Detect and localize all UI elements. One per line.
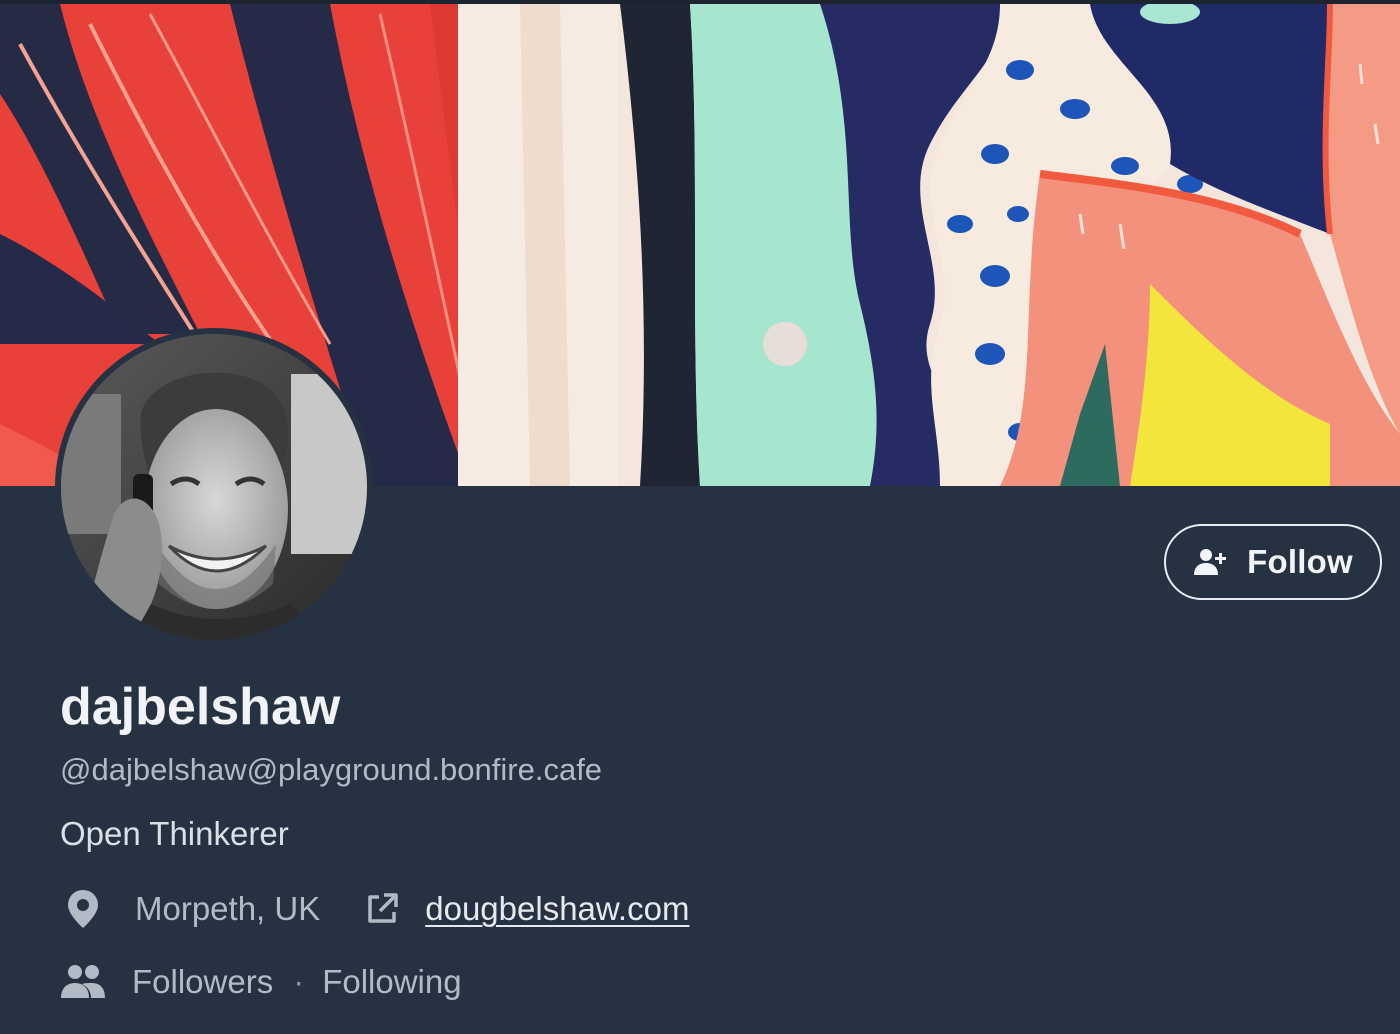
profile-meta-row: Morpeth, UK dougbelshaw.com bbox=[60, 884, 689, 934]
following-link[interactable]: Following bbox=[322, 963, 461, 1001]
profile-bio: Open Thinkerer bbox=[60, 815, 289, 852]
avatar bbox=[61, 334, 367, 640]
display-name: dajbelshaw bbox=[60, 678, 341, 736]
follow-button[interactable]: Follow bbox=[1164, 524, 1382, 600]
profile-handle: @dajbelshaw@playground.bonfire.cafe bbox=[60, 752, 603, 787]
profile-location: Morpeth, UK bbox=[135, 890, 321, 927]
people-icon bbox=[61, 965, 105, 998]
separator-dot: · bbox=[293, 963, 305, 1000]
avatar-photo bbox=[61, 334, 367, 640]
map-pin-icon bbox=[68, 890, 98, 928]
follow-button-label: Follow bbox=[1247, 543, 1353, 580]
external-link-icon bbox=[368, 893, 398, 923]
website-link[interactable]: dougbelshaw.com bbox=[425, 890, 689, 928]
person-add-icon bbox=[1194, 549, 1227, 575]
followers-link[interactable]: Followers bbox=[132, 963, 273, 1001]
profile-page: Follow dajbelshaw @dajbelshaw@playground… bbox=[0, 0, 1400, 1034]
profile-social-row: Followers · Following bbox=[60, 957, 462, 1007]
